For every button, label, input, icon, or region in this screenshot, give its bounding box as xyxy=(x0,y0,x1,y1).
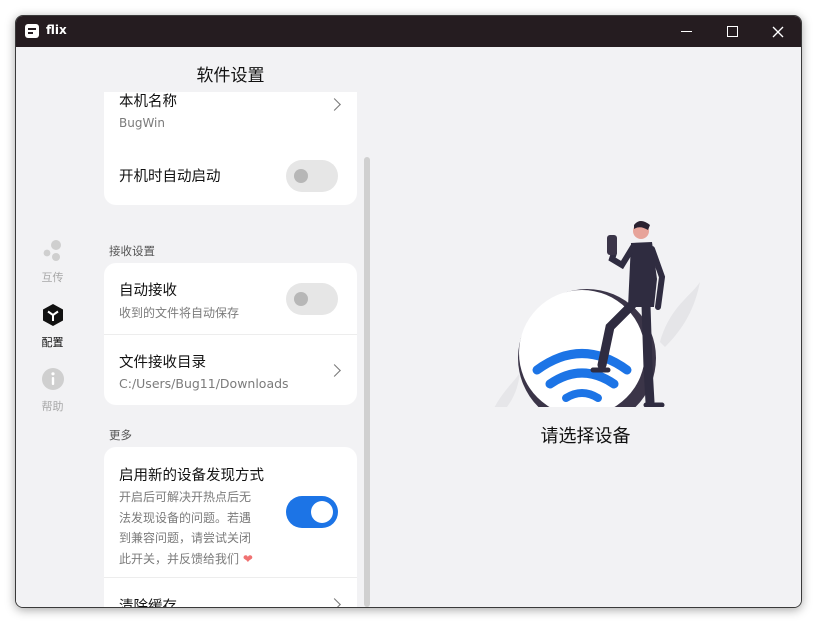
device-name-value: BugWin xyxy=(119,116,165,130)
auto-receive-desc: 收到的文件将自动保存 xyxy=(119,306,240,320)
select-device-illustration xyxy=(494,221,700,407)
new-discovery-title: 启用新的设备发现方式 xyxy=(119,468,264,484)
desc-line: 法发现设备的问题。若遇 xyxy=(119,510,252,525)
chevron-right-icon xyxy=(328,364,341,377)
auto-receive-title: 自动接收 xyxy=(119,283,177,299)
nav-label-help: 帮助 xyxy=(41,400,64,413)
chevron-right-icon xyxy=(328,598,341,607)
desc-line: 此开关，并反馈给我们 xyxy=(119,551,240,566)
toggle-knob xyxy=(294,169,308,183)
minimize-icon xyxy=(680,31,692,32)
more-settings-card: 启用新的设备发现方式 开启后可解决开热点后无 法发现设备的问题。若遇 到兼容问题… xyxy=(104,447,357,607)
maximize-button[interactable] xyxy=(709,16,755,47)
receive-dir-value: C:/Users/Bug11/Downloads xyxy=(119,376,289,391)
new-discovery-toggle[interactable] xyxy=(286,496,338,528)
autostart-toggle[interactable] xyxy=(286,160,338,192)
receive-dir-title: 文件接收目录 xyxy=(119,355,206,371)
settings-panel: 软件设置 本机名称 BugWin 开机时自动启动 接收设置 自动接收 收到的文件… xyxy=(89,47,370,607)
autostart-title: 开机时自动启动 xyxy=(119,169,221,185)
receive-settings-card: 自动接收 收到的文件将自动保存 文件接收目录 C:/Users/Bug11/Do… xyxy=(104,263,357,405)
settings-title: 软件设置 xyxy=(196,66,265,86)
receive-section-label: 接收设置 xyxy=(109,244,155,258)
auto-receive-toggle[interactable] xyxy=(286,283,338,315)
receive-dir-row[interactable]: 文件接收目录 C:/Users/Bug11/Downloads xyxy=(104,335,357,405)
device-main-area: 请选择设备 xyxy=(370,47,801,607)
close-button[interactable] xyxy=(755,16,801,47)
app-window: flix 互传 配置 帮助 软件设置 本机名称 BugWin 开机时自动启动 接… xyxy=(15,15,802,608)
select-device-prompt: 请选择设备 xyxy=(540,426,631,447)
clear-cache-row[interactable]: 清除缓存 xyxy=(104,578,357,607)
app-logo-icon xyxy=(25,24,39,38)
share-dots-icon xyxy=(43,240,61,261)
autostart-row: 开机时自动启动 xyxy=(104,147,357,205)
nav-item-config[interactable]: 配置 xyxy=(16,303,89,350)
new-discovery-desc: 开启后可解决开热点后无 法发现设备的问题。若遇 到兼容问题，请尝试关闭 此开关，… xyxy=(119,487,289,569)
general-settings-card: 本机名称 BugWin 开机时自动启动 xyxy=(104,92,357,205)
more-section-label: 更多 xyxy=(109,428,132,442)
device-name-row[interactable]: 本机名称 BugWin xyxy=(104,92,357,147)
new-discovery-row: 启用新的设备发现方式 开启后可解决开热点后无 法发现设备的问题。若遇 到兼容问题… xyxy=(104,447,357,577)
settings-scroll-area[interactable]: 本机名称 BugWin 开机时自动启动 接收设置 自动接收 收到的文件将自动保存 xyxy=(89,92,370,607)
nav-item-transfer[interactable]: 互传 xyxy=(16,238,89,285)
info-icon xyxy=(41,368,64,390)
nav-item-help[interactable]: 帮助 xyxy=(16,367,89,414)
cube-settings-icon xyxy=(42,304,63,326)
nav-label-transfer: 互传 xyxy=(41,271,64,284)
heart-icon: ❤ xyxy=(242,551,253,566)
maximize-icon xyxy=(726,26,738,37)
toggle-knob xyxy=(311,501,333,523)
chevron-right-icon xyxy=(328,98,341,111)
desc-line: 到兼容问题，请尝试关闭 xyxy=(119,531,252,545)
minimize-button[interactable] xyxy=(663,16,709,47)
desc-line: 开启后可解决开热点后无 xyxy=(119,490,252,504)
clear-cache-title: 清除缓存 xyxy=(119,599,177,607)
side-nav: 互传 配置 帮助 xyxy=(16,47,89,607)
auto-receive-row: 自动接收 收到的文件将自动保存 xyxy=(104,263,357,334)
toggle-knob xyxy=(294,292,308,306)
nav-label-config: 配置 xyxy=(41,336,64,349)
title-bar[interactable]: flix xyxy=(16,16,801,47)
device-name-title: 本机名称 xyxy=(119,94,177,110)
app-title: flix xyxy=(46,23,67,37)
close-icon xyxy=(772,26,784,37)
